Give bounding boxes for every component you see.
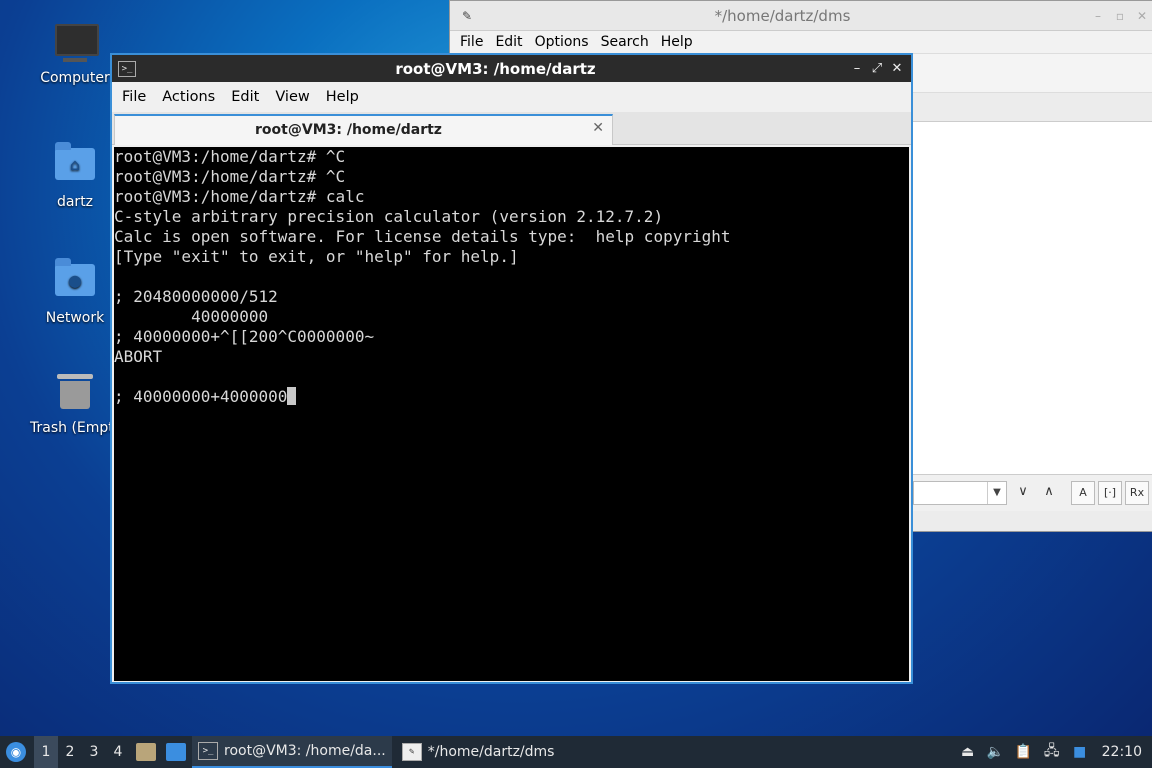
chevron-down-icon[interactable]: ▼	[987, 482, 1006, 504]
minimize-button[interactable]: –	[847, 61, 867, 76]
match-case-button[interactable]: A	[1071, 481, 1095, 505]
menu-file[interactable]: File	[460, 34, 483, 50]
terminal-tabbar: root@VM3: /home/dartz ✕	[112, 112, 911, 145]
desktop-icon-label: Computer	[40, 70, 110, 86]
menu-edit[interactable]: Edit	[495, 34, 522, 50]
computer-icon	[55, 24, 99, 64]
terminal-line: ; 20480000000/512	[114, 287, 278, 306]
desktop-icon-computer[interactable]: Computer	[30, 24, 120, 86]
maximize-button[interactable]: ▫	[1109, 9, 1131, 23]
terminal-line: 40000000	[114, 307, 269, 326]
find-previous-button[interactable]: ∧	[1038, 481, 1060, 503]
file-manager-icon[interactable]	[136, 743, 156, 761]
trash-icon	[55, 374, 95, 414]
workspace-3[interactable]: 3	[82, 744, 106, 760]
editor-menubar: File Edit Options Search Help	[450, 31, 1152, 54]
terminal-current-input: ; 40000000+4000000	[114, 387, 288, 406]
terminal-title: root@VM3: /home/dartz	[395, 59, 596, 78]
volume-icon[interactable]: 🔈	[984, 744, 1008, 760]
terminal-icon: >_	[198, 742, 218, 760]
terminal-line: ; 40000000+^[[200^C0000000~	[114, 327, 375, 346]
home-folder-icon: ⌂	[55, 142, 95, 188]
menu-help[interactable]: Help	[661, 34, 693, 50]
terminal-menubar: File Actions Edit View Help	[112, 82, 911, 112]
network-icon[interactable]: 🖧	[1040, 740, 1064, 764]
editor-title: */home/dartz/dms	[714, 6, 851, 25]
menu-search[interactable]: Search	[601, 34, 649, 50]
desktop-icon-label: Network	[45, 310, 105, 326]
desktop-icon-dartz[interactable]: ⌂ dartz	[30, 142, 120, 210]
notification-icon[interactable]: ■	[1068, 744, 1092, 760]
workspace-1[interactable]: 1	[34, 736, 58, 768]
terminal-window[interactable]: >_ root@VM3: /home/dartz – ⤢ ✕ File Acti…	[110, 53, 913, 684]
terminal-output[interactable]: root@VM3:/home/dartz# ^C root@VM3:/home/…	[114, 147, 909, 681]
text-cursor	[287, 387, 297, 405]
workspace-2[interactable]: 2	[58, 744, 82, 760]
system-tray: ⏏ 🔈 📋 🖧 ■ 22:10	[954, 740, 1152, 764]
desktop-icon-label: dartz	[56, 194, 94, 210]
menu-edit[interactable]: Edit	[231, 89, 259, 105]
taskbar: ◉ 1 2 3 4 >_ root@VM3: /home/da... ✎ */h…	[0, 736, 1152, 768]
terminal-tab-title: root@VM3: /home/dartz	[255, 122, 442, 138]
show-desktop-icon[interactable]	[166, 743, 186, 761]
minimize-button[interactable]: –	[1087, 9, 1109, 23]
terminal-app-icon: >_	[118, 60, 136, 77]
maximize-button[interactable]: ⤢	[867, 61, 887, 76]
task-terminal[interactable]: >_ root@VM3: /home/da...	[192, 736, 392, 768]
menu-actions[interactable]: Actions	[162, 89, 215, 105]
menu-file[interactable]: File	[122, 89, 146, 105]
whole-word-button[interactable]: [·]	[1098, 481, 1122, 505]
menu-view[interactable]: View	[275, 89, 309, 105]
eject-icon[interactable]: ⏏	[956, 744, 980, 760]
terminal-line: [Type "exit" to exit, or "help" for help…	[114, 247, 519, 266]
menu-help[interactable]: Help	[326, 89, 359, 105]
terminal-line: root@VM3:/home/dartz# ^C	[114, 167, 346, 186]
terminal-line: root@VM3:/home/dartz# ^C	[114, 147, 346, 166]
editor-titlebar[interactable]: ✎ */home/dartz/dms – ▫ ✕	[450, 1, 1152, 31]
find-input[interactable]: ▼	[913, 481, 1007, 505]
clipboard-icon[interactable]: 📋	[1012, 744, 1036, 760]
text-editor-icon: ✎	[401, 743, 422, 761]
task-label: */home/dartz/dms	[427, 744, 555, 760]
terminal-line: C-style arbitrary precision calculator (…	[114, 207, 664, 226]
close-tab-icon[interactable]: ✕	[592, 120, 604, 136]
terminal-line: Calc is open software. For license detai…	[114, 227, 731, 246]
task-label: root@VM3: /home/da...	[224, 743, 386, 759]
terminal-tab[interactable]: root@VM3: /home/dartz ✕	[114, 114, 613, 145]
close-button[interactable]: ✕	[887, 61, 907, 76]
find-next-button[interactable]: ∨	[1012, 481, 1034, 503]
menu-options[interactable]: Options	[535, 34, 589, 50]
desktop-icon-label: Trash (Empty)	[30, 420, 128, 436]
task-editor[interactable]: ✎ */home/dartz/dms	[396, 737, 561, 767]
workspace-4[interactable]: 4	[106, 744, 130, 760]
terminal-prompt-line[interactable]: ; 40000000+4000000	[114, 387, 909, 407]
desktop-icon-network[interactable]: ● Network	[30, 258, 120, 326]
start-menu-icon[interactable]: ◉	[6, 742, 26, 762]
desktop-icon-trash[interactable]: Trash (Empty)	[30, 374, 128, 436]
editor-app-icon: ✎	[461, 8, 473, 23]
close-button[interactable]: ✕	[1131, 9, 1152, 23]
regex-button[interactable]: Rx	[1125, 481, 1149, 505]
terminal-line: ABORT	[114, 347, 163, 366]
network-folder-icon: ●	[55, 258, 95, 304]
clock[interactable]: 22:10	[1102, 744, 1142, 760]
terminal-titlebar[interactable]: >_ root@VM3: /home/dartz – ⤢ ✕	[112, 55, 911, 82]
terminal-line: root@VM3:/home/dartz# calc	[114, 187, 365, 206]
